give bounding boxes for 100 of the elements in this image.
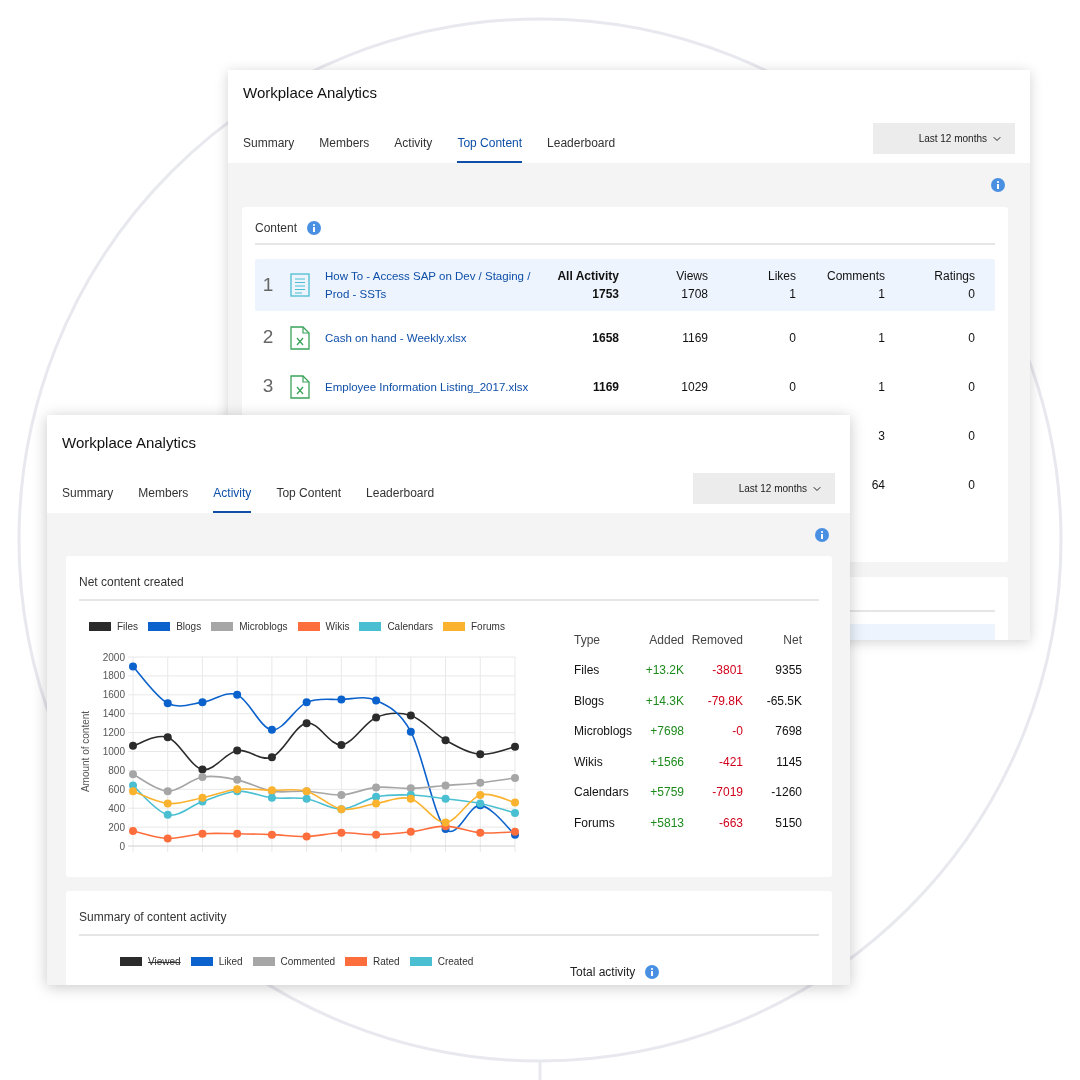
card-title: Net content created xyxy=(79,575,184,589)
legend-label[interactable]: Forums xyxy=(471,618,505,634)
table-cell-text: -421 xyxy=(717,753,743,771)
data-point xyxy=(267,786,276,795)
table-cell-text: 1 xyxy=(878,329,885,347)
legend-label[interactable]: Rated xyxy=(373,953,400,969)
column-header: Net xyxy=(782,632,802,649)
table-cell-text: 0 xyxy=(968,329,975,347)
data-point xyxy=(233,690,242,699)
table-cell-text: -1260 xyxy=(770,784,802,802)
table-cell-text: -3801 xyxy=(711,662,743,680)
data-point xyxy=(372,696,381,705)
table-cell-text: 7698 xyxy=(774,723,802,741)
data-point xyxy=(372,830,381,839)
legend-label[interactable]: Files xyxy=(117,618,139,634)
table-cell-text: 9355 xyxy=(774,662,802,680)
legend-label[interactable]: Wikis xyxy=(325,618,350,634)
data-point xyxy=(406,727,415,736)
table-cell-text: 0 xyxy=(968,476,975,494)
legend-label[interactable]: Commented xyxy=(280,953,335,969)
spreadsheet-icon xyxy=(290,325,310,350)
legend-label[interactable]: Calendars xyxy=(387,618,433,634)
tab[interactable]: Members xyxy=(138,480,189,513)
axis-tick-label: 1200 xyxy=(102,727,125,739)
content-row[interactable]: 1 How To - Access SAP on Dev / Staging / Prod - SSTs All Activity 1753 Views 1708 Likes 1 Comments 1 Ratings 0 xyxy=(255,259,995,311)
data-point xyxy=(129,826,137,835)
data-point xyxy=(406,784,415,793)
column-header: All Activity xyxy=(557,268,619,285)
info-icon[interactable] xyxy=(307,221,322,235)
data-point xyxy=(198,765,207,774)
period-dropdown[interactable]: Last 12 months xyxy=(693,473,835,504)
content-link[interactable]: Cash on hand - Weekly.xlsx xyxy=(325,328,547,347)
data-point xyxy=(441,794,450,803)
table-cell-text: Forums xyxy=(574,814,616,832)
legend-label[interactable]: Blogs xyxy=(176,618,202,634)
table-cell-text: 1658 xyxy=(592,329,619,347)
data-point xyxy=(406,794,415,803)
legend-label[interactable]: Viewed xyxy=(148,953,181,969)
legend-label[interactable]: Microblogs xyxy=(239,618,288,634)
content-link[interactable]: Employee Information Listing_2017.xlsx xyxy=(325,377,547,396)
axis-tick-label: 1600 xyxy=(102,689,125,701)
info-icon[interactable] xyxy=(991,178,1005,192)
table-cell-text: 0 xyxy=(968,286,975,303)
legend-label[interactable]: Liked xyxy=(218,953,243,969)
data-point xyxy=(233,829,242,838)
card-title: Summary of content activity xyxy=(79,910,227,924)
data-point xyxy=(441,818,450,827)
column-header: Comments xyxy=(827,268,885,285)
tab[interactable]: Top Content xyxy=(276,480,342,513)
card-title: Content xyxy=(255,220,298,236)
table-cell-text: 1169 xyxy=(592,378,619,396)
table-cell-text: +7698 xyxy=(649,723,684,741)
info-icon[interactable] xyxy=(815,527,829,542)
info-icon[interactable] xyxy=(645,965,660,979)
content-link[interactable]: How To - Access SAP on Dev / Staging / Prod - SSTs xyxy=(325,267,547,303)
axis-tick-label: 200 xyxy=(108,821,125,833)
data-point xyxy=(267,753,276,762)
spreadsheet-icon xyxy=(290,374,310,399)
data-point xyxy=(163,699,172,708)
data-point xyxy=(163,799,172,808)
table-cell-text: 5150 xyxy=(774,814,802,832)
data-point xyxy=(476,750,485,759)
table-cell-text: +5813 xyxy=(649,814,684,832)
tab[interactable]: Leaderboard xyxy=(547,130,616,163)
data-point xyxy=(511,773,519,782)
tab[interactable]: Activity xyxy=(394,130,433,163)
axis-tick-label: 800 xyxy=(108,764,125,776)
data-point xyxy=(129,770,137,779)
data-point xyxy=(337,828,346,837)
data-point xyxy=(302,698,311,707)
data-point xyxy=(372,799,381,808)
data-point xyxy=(302,794,311,803)
table-cell-text: -7019 xyxy=(711,784,743,802)
data-point xyxy=(267,830,276,839)
tab[interactable]: Leaderboard xyxy=(366,480,435,513)
data-point xyxy=(233,775,242,784)
legend-label[interactable]: Created xyxy=(437,953,474,969)
table-cell-text: -0 xyxy=(731,723,743,741)
column-header: Views xyxy=(676,268,708,285)
table-cell-text: Microblogs xyxy=(574,723,634,741)
table-cell-text: 1 xyxy=(878,378,885,396)
tab[interactable]: Summary xyxy=(243,130,295,163)
table-cell-text: Calendars xyxy=(574,784,630,802)
table-cell-text: 0 xyxy=(968,427,975,445)
axis-tick-label: 1000 xyxy=(102,746,125,757)
tab[interactable]: Members xyxy=(319,130,370,163)
data-point xyxy=(198,793,207,802)
period-dropdown[interactable]: Last 12 months xyxy=(873,123,1015,154)
data-point xyxy=(302,832,311,841)
data-point xyxy=(337,790,346,799)
table-cell-text: 3 xyxy=(878,427,885,445)
tab[interactable]: Summary xyxy=(62,480,114,513)
table-cell-text: 64 xyxy=(871,476,885,494)
data-point xyxy=(198,698,207,707)
data-point xyxy=(372,713,381,722)
table-cell-text: -65.5K xyxy=(765,692,802,710)
data-point xyxy=(372,783,381,792)
data-point xyxy=(441,736,450,745)
table-cell-text: -663 xyxy=(717,814,743,832)
table-cell-text: -79.8K xyxy=(706,692,743,710)
